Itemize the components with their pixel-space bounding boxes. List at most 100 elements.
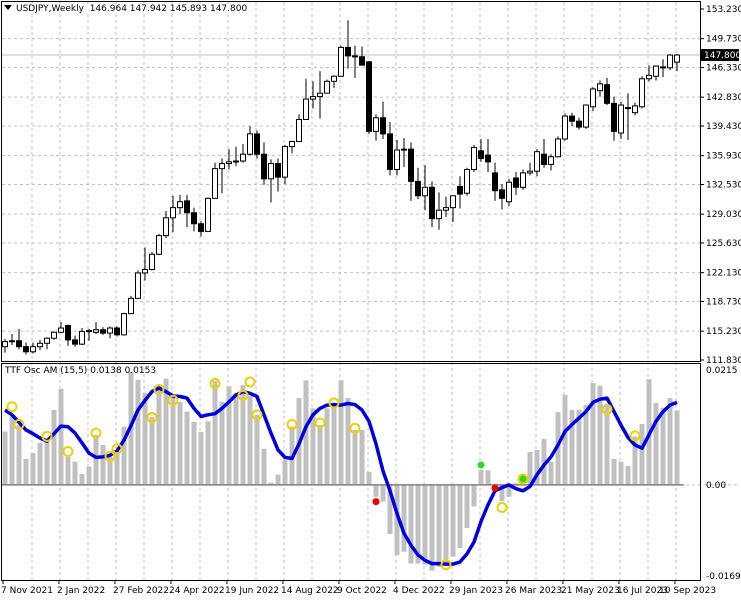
- price-tick-label: 153.230: [706, 5, 741, 15]
- candle: [555, 136, 561, 158]
- bull-candle-body: [471, 146, 477, 170]
- bull-candle-body: [51, 331, 57, 339]
- bull-candle-body: [135, 272, 141, 299]
- histogram-bar: [583, 405, 589, 485]
- candle: [65, 324, 71, 346]
- histogram-bar: [653, 402, 659, 485]
- histogram-bar: [86, 466, 92, 485]
- chart-header: USDJPY,Weekly 146.964 147.942 145.893 14…: [4, 4, 248, 14]
- candle: [100, 327, 106, 335]
- time-tick-label: 7 Nov 2021: [1, 586, 53, 596]
- candle: [254, 130, 260, 159]
- oscillator-histogram: [2, 371, 680, 571]
- bull-candle-body: [436, 209, 442, 220]
- candle: [373, 114, 379, 141]
- bull-candle-body: [247, 133, 253, 155]
- candle: [177, 194, 183, 215]
- price-tick-label: 129.030: [706, 210, 741, 220]
- time-tick-label: 26 Mar 2023: [505, 586, 562, 596]
- open-value: 146.964: [89, 4, 127, 14]
- histogram-bar: [625, 466, 631, 485]
- symbol-label: USDJPY,Weekly: [16, 4, 84, 14]
- indicator-name: TTF Osc AM (15,5): [5, 366, 88, 376]
- candle: [163, 211, 169, 239]
- candle: [450, 195, 456, 223]
- histogram-bar: [93, 434, 99, 485]
- current-price-text: 147.800: [704, 51, 741, 61]
- bull-candle-body: [58, 327, 64, 333]
- bull-candle-body: [128, 297, 134, 315]
- price-tick-label: 142.830: [706, 93, 741, 103]
- time-tick-label: 29 Jan 2023: [449, 586, 503, 596]
- bear-candle-body: [16, 340, 22, 348]
- histogram-bar: [436, 484, 442, 567]
- candle: [156, 233, 162, 256]
- histogram-bar: [478, 469, 484, 485]
- histogram-bar: [23, 459, 29, 485]
- dropdown-triangle-icon[interactable]: [4, 5, 12, 10]
- histogram-bar: [247, 395, 253, 485]
- bull-candle-body: [534, 151, 540, 172]
- candle: [352, 45, 358, 78]
- histogram-bar: [548, 461, 554, 485]
- histogram-bar: [338, 380, 344, 485]
- current-price-label: 147.800: [701, 49, 741, 62]
- candle: [534, 149, 540, 177]
- bull-candle-body: [583, 104, 589, 128]
- histogram-bar: [219, 401, 225, 485]
- bull-candle-body: [121, 313, 127, 336]
- histogram-bar: [177, 401, 183, 485]
- bull-candle-body: [282, 146, 288, 178]
- candle: [72, 335, 78, 347]
- histogram-bar: [44, 438, 50, 485]
- candle: [149, 251, 155, 271]
- candle: [86, 328, 92, 341]
- bull-candle-body: [590, 88, 596, 108]
- price-tick-label: 122.130: [706, 269, 741, 279]
- candle: [331, 75, 337, 89]
- bull-candle-body: [226, 161, 232, 165]
- histogram-bar: [58, 388, 64, 485]
- histogram-bar: [317, 425, 323, 485]
- bull-candle-body: [44, 337, 50, 344]
- candle: [387, 122, 393, 176]
- candle: [275, 158, 281, 192]
- candle: [401, 138, 407, 167]
- bull-candle-body: [450, 195, 456, 209]
- bull-candle-body: [646, 74, 652, 80]
- histogram-bar: [562, 394, 568, 485]
- bull-candle-body: [310, 96, 316, 100]
- bear-candle-body: [345, 46, 351, 57]
- histogram-bar: [674, 410, 680, 485]
- candle: [457, 176, 463, 209]
- candle: [478, 138, 484, 162]
- histogram-bar: [359, 429, 365, 485]
- candle: [219, 158, 225, 194]
- histogram-bar: [660, 407, 666, 485]
- histogram-bar: [184, 411, 190, 485]
- candle: [198, 221, 204, 237]
- histogram-bar: [16, 425, 22, 485]
- candle: [184, 194, 190, 228]
- bull-candle-body: [149, 253, 155, 271]
- bull-candle-body: [632, 105, 638, 114]
- bear-candle-body: [387, 133, 393, 170]
- chart-canvas[interactable]: 153.230 149.730 146.330 142.830 139.430 135.9…: [0, 0, 741, 600]
- histogram-bar: [618, 461, 624, 485]
- histogram-bar: [198, 432, 204, 485]
- histogram-bar: [135, 379, 141, 485]
- candle: [135, 270, 141, 299]
- close-value: 147.800: [209, 4, 248, 14]
- bull-candle-body: [562, 115, 568, 140]
- bear-candle-body: [275, 163, 281, 178]
- candle: [93, 322, 99, 334]
- candle: [226, 149, 232, 170]
- candle: [37, 339, 43, 351]
- candle: [513, 172, 519, 195]
- time-tick-label: 9 Oct 2022: [337, 586, 387, 596]
- candle: [310, 81, 316, 109]
- candle: [415, 167, 421, 200]
- bull-candle-body: [639, 78, 645, 108]
- bull-candle-body: [86, 330, 92, 333]
- bull-candle-body: [422, 186, 428, 197]
